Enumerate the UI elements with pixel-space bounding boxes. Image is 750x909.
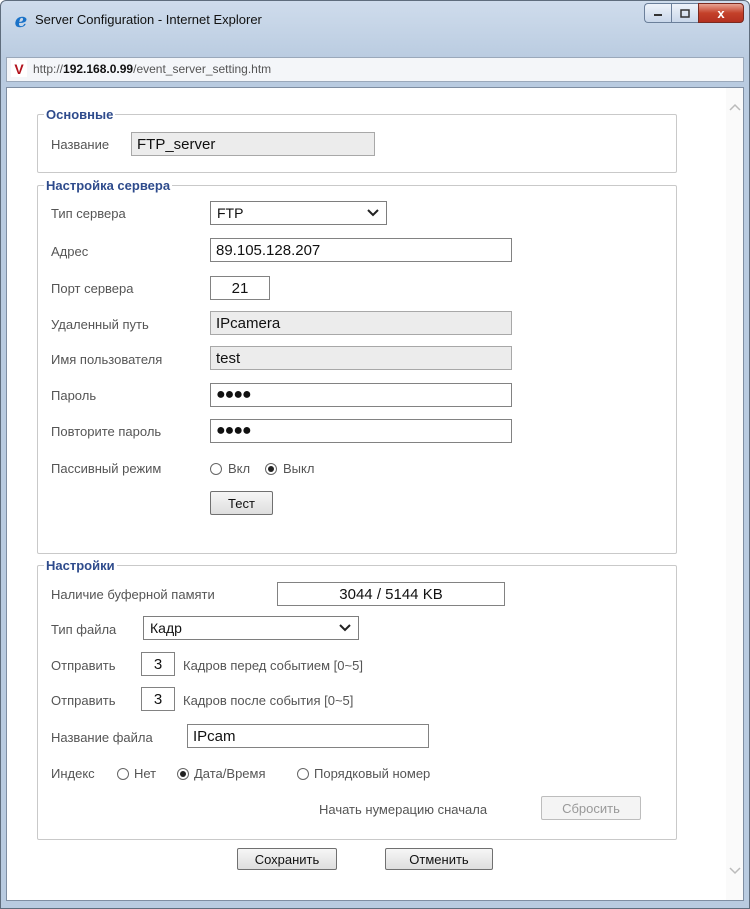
file-type-label: Тип файла — [51, 622, 117, 637]
password-confirm-field[interactable]: ●●●● — [210, 419, 512, 443]
password-confirm-mask: ●●●● — [216, 422, 252, 439]
page-content: Основные Название FTP_server Настройка с… — [6, 87, 744, 901]
index-none-label: Нет — [134, 766, 157, 781]
save-button[interactable]: Сохранить — [237, 848, 337, 870]
chevron-down-icon — [339, 624, 351, 632]
scroll-down-icon[interactable] — [729, 866, 741, 876]
server-type-label: Тип сервера — [51, 206, 126, 221]
password-confirm-label: Повторите пароль — [51, 424, 162, 439]
file-name-field[interactable]: IPcam — [187, 724, 429, 748]
chevron-down-icon — [367, 209, 379, 217]
port-field[interactable]: 21 — [210, 276, 270, 300]
name-label: Название — [51, 137, 110, 152]
port-label: Порт сервера — [51, 281, 134, 296]
index-label: Индекс — [51, 766, 95, 781]
close-button[interactable]: x — [698, 3, 744, 23]
send-pre-label: Отправить — [51, 658, 116, 673]
remote-path-label: Удаленный путь — [51, 317, 149, 332]
remote-path-field[interactable]: IPcamera — [210, 311, 512, 335]
server-legend: Настройка сервера — [46, 178, 171, 193]
file-type-value: Кадр — [150, 620, 182, 636]
window-title: Server Configuration - Internet Explorer — [35, 12, 262, 27]
scroll-up-icon[interactable] — [729, 102, 741, 112]
maximize-button[interactable] — [671, 3, 698, 23]
url-text: http://192.168.0.99/event_server_setting… — [33, 62, 271, 76]
url-host: 192.168.0.99 — [63, 62, 134, 76]
username-label: Имя пользователя — [51, 352, 163, 367]
browser-window: e Server Configuration - Internet Explor… — [0, 0, 750, 909]
vertical-scrollbar[interactable] — [726, 88, 743, 900]
internet-explorer-icon: e — [14, 8, 28, 32]
passive-off-radio[interactable] — [265, 463, 277, 475]
buffer-label: Наличие буферной памяти — [51, 587, 215, 602]
index-datetime-radio[interactable] — [177, 768, 189, 780]
password-mask: ●●●● — [216, 386, 252, 403]
send-post-label: Отправить — [51, 693, 116, 708]
index-sequence-label: Порядковый номер — [314, 766, 431, 781]
passive-on-radio[interactable] — [210, 463, 222, 475]
username-field[interactable]: test — [210, 346, 512, 370]
server-type-value: FTP — [217, 205, 244, 221]
post-event-text: Кадров после события [0~5] — [183, 693, 354, 708]
basic-legend: Основные — [46, 107, 114, 122]
index-datetime-label: Дата/Время — [194, 766, 266, 781]
name-field[interactable]: FTP_server — [131, 132, 375, 156]
minimize-button[interactable] — [644, 3, 671, 23]
index-sequence-radio[interactable] — [297, 768, 309, 780]
file-type-select[interactable]: Кадр — [143, 616, 359, 640]
passive-off-label: Выкл — [283, 461, 315, 476]
pre-event-text: Кадров перед событием [0~5] — [183, 658, 363, 673]
server-type-select[interactable]: FTP — [210, 201, 387, 225]
address-bar[interactable]: V http://192.168.0.99/event_server_setti… — [6, 57, 744, 82]
title-bar[interactable]: e Server Configuration - Internet Explor… — [1, 1, 749, 39]
cancel-button[interactable]: Отменить — [385, 848, 493, 870]
settings-legend: Настройки — [46, 558, 115, 573]
window-controls: x — [644, 3, 744, 23]
reset-button[interactable]: Сбросить — [541, 796, 641, 820]
test-button[interactable]: Тест — [210, 491, 273, 515]
password-label: Пароль — [51, 388, 97, 403]
address-label: Адрес — [51, 244, 89, 259]
password-field[interactable]: ●●●● — [210, 383, 512, 407]
passive-on-label: Вкл — [228, 461, 251, 476]
passive-mode-label: Пассивный режим — [51, 461, 162, 476]
url-path: /event_server_setting.htm — [133, 62, 272, 76]
url-scheme: http:// — [33, 62, 64, 76]
pre-event-frames-field[interactable]: 3 — [141, 652, 175, 676]
site-favicon-icon: V — [11, 60, 27, 77]
address-field[interactable]: 89.105.128.207 — [210, 238, 512, 262]
restart-numbering-label: Начать нумерацию сначала — [319, 802, 488, 817]
index-none-radio[interactable] — [117, 768, 129, 780]
minimize-icon — [654, 14, 662, 16]
maximize-icon — [680, 8, 690, 18]
post-event-frames-field[interactable]: 3 — [141, 687, 175, 711]
close-icon: x — [717, 5, 725, 21]
file-name-label: Название файла — [51, 730, 153, 745]
buffer-value: 3044 / 5144 KB — [277, 582, 505, 606]
